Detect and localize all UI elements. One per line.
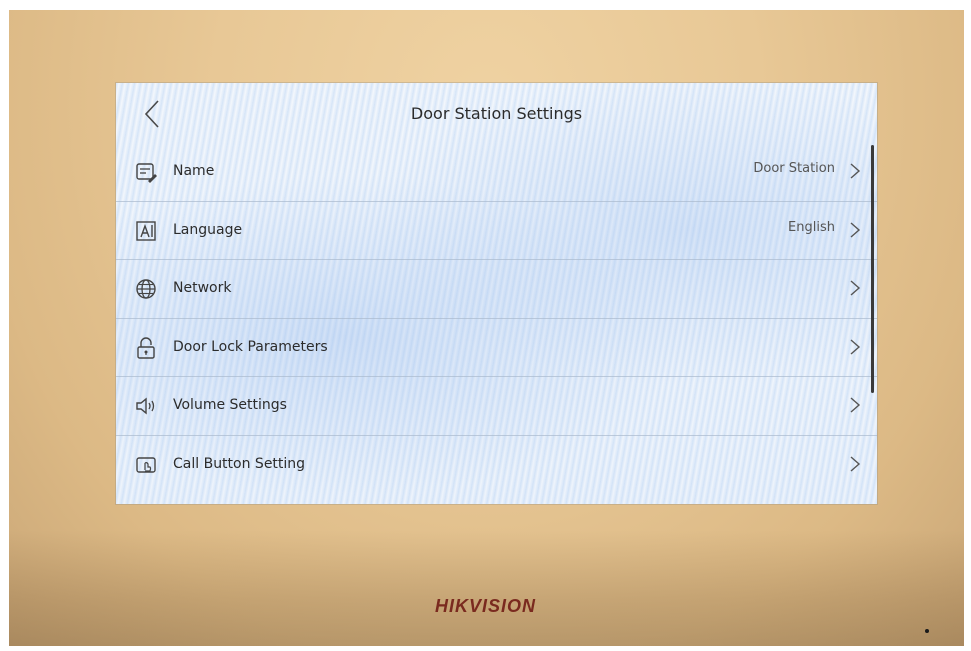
globe-icon [136,279,156,299]
list-item-label: Name [173,163,215,179]
chevron-right-icon [850,338,861,355]
list-item-label: Network [173,280,232,296]
chevron-right-icon [850,280,861,296]
call-button-icon [136,456,156,473]
chevron-right-icon [850,163,861,179]
chevron-right-icon [850,397,861,413]
list-item-name[interactable]: Name Door Station [116,143,877,202]
name-card-edit-icon [136,163,157,183]
list-item-value: Door Station [753,161,835,176]
bezel-shadow [9,530,964,646]
list-item-label: Volume Settings [173,397,287,413]
list-item-value: English [788,219,835,235]
list-item-door-lock-parameters[interactable]: Door Lock Parameters [116,319,877,377]
device-frame: Door Station Settings Name Door Station [9,10,964,646]
light-sensor-dot [925,629,929,633]
list-item-call-button-setting[interactable]: Call Button Setting [116,436,877,494]
page-title: Door Station Settings [410,104,583,123]
brand-logo: HIKVISION [434,596,536,616]
list-item-label: Language [173,221,243,238]
list-item-volume-settings[interactable]: Volume Settings [116,377,877,436]
list-item-label: Door Lock Parameters [173,338,328,355]
scrollbar[interactable] [871,145,874,393]
chevron-right-icon [850,221,861,238]
language-icon [136,220,156,241]
list-item-language[interactable]: Language English [116,202,877,260]
chevron-right-icon [850,455,861,472]
settings-list: Name Door Station Language English Netwo… [116,143,877,493]
list-item-network[interactable]: Network [116,260,877,319]
speaker-icon [136,397,155,415]
header-bar: Door Station Settings [116,83,877,143]
touch-screen: Door Station Settings Name Door Station [116,83,877,504]
padlock-icon [137,336,155,359]
list-item-label: Call Button Setting [173,455,306,472]
